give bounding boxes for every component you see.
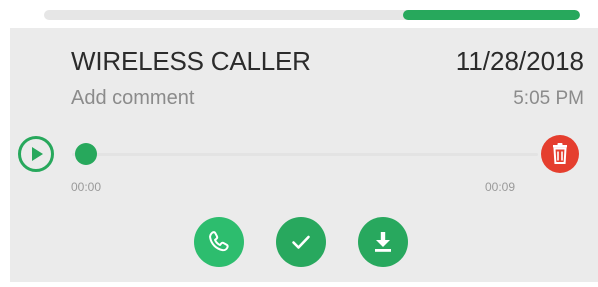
play-icon xyxy=(32,147,43,161)
play-button[interactable] xyxy=(18,136,54,172)
top-strip xyxy=(0,0,598,28)
trash-icon xyxy=(553,143,567,164)
voicemail-card: WIRELESS CALLER 11/28/2018 Add comment 5… xyxy=(10,28,598,282)
list-progress-track xyxy=(44,10,580,20)
phone-icon xyxy=(209,231,229,252)
call-time: 5:05 PM xyxy=(513,88,584,109)
call-back-button[interactable] xyxy=(194,217,244,267)
delete-button[interactable] xyxy=(541,135,579,173)
checkmark-icon xyxy=(292,235,310,249)
list-progress-fill xyxy=(403,10,580,20)
download-button[interactable] xyxy=(358,217,408,267)
call-date: 11/28/2018 xyxy=(455,46,584,76)
download-icon xyxy=(375,232,391,252)
caller-name: WIRELESS CALLER xyxy=(71,46,311,76)
playback-position-handle[interactable] xyxy=(75,143,97,165)
mark-reviewed-button[interactable] xyxy=(276,217,326,267)
playback-track[interactable] xyxy=(72,153,538,156)
duration: 00:09 xyxy=(485,180,516,194)
add-comment-field[interactable]: Add comment xyxy=(71,87,194,110)
current-time: 00:00 xyxy=(71,180,102,194)
